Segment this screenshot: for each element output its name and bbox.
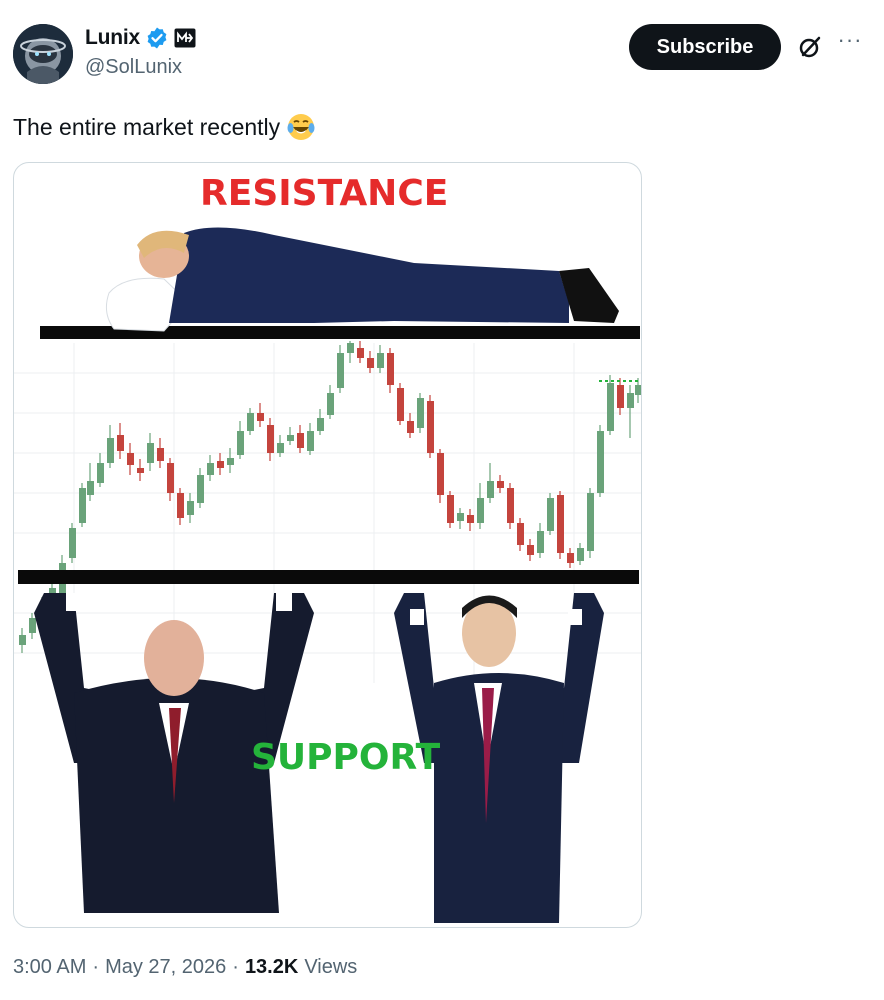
candle-body (527, 545, 534, 555)
tweet-date[interactable]: May 27, 2026 (105, 956, 226, 979)
tweet-media-image[interactable]: RESISTANCE SUPPORT (13, 162, 642, 928)
candle-body (177, 493, 184, 518)
candle-body (537, 531, 544, 553)
tweet-text-row: The entire market recently (13, 112, 316, 142)
support-line (18, 570, 639, 584)
name-row: Lunix (85, 26, 196, 50)
candle-body (547, 498, 554, 531)
candle-body (127, 453, 134, 465)
candle-body (227, 458, 234, 465)
candle-body (627, 393, 634, 408)
separator: · (92, 956, 100, 978)
candle-body (477, 498, 484, 523)
candle-body (107, 438, 114, 463)
candle-body (277, 443, 284, 453)
views-count: 13.2K (244, 956, 299, 978)
candle-body (337, 353, 344, 388)
candle-body (357, 348, 364, 358)
candle-body (467, 515, 474, 523)
resistance-label: RESISTANCE (200, 173, 448, 214)
candle-body (87, 481, 94, 495)
support-label: SUPPORT (251, 737, 441, 778)
candle-body (237, 431, 244, 455)
candle-body (317, 418, 324, 431)
candle-body (187, 501, 194, 515)
candle-body (617, 385, 624, 408)
meme-illustration: RESISTANCE SUPPORT (14, 173, 641, 923)
candle-body (387, 353, 394, 385)
candle-body (117, 435, 124, 451)
candle-body (427, 401, 434, 453)
candle-body (19, 635, 26, 645)
candle-body (97, 463, 104, 483)
candle-body (607, 383, 614, 431)
candlestick-chart (19, 341, 641, 653)
candle-body (437, 453, 444, 495)
candle-body (557, 495, 564, 553)
face-with-tears-of-joy-icon (287, 114, 315, 140)
subscribe-button[interactable]: Subscribe (629, 24, 781, 70)
candle-body (147, 443, 154, 463)
tweet-time[interactable]: 3:00 AM (13, 956, 86, 979)
candle-body (487, 481, 494, 498)
candle-body (597, 431, 604, 493)
candle-body (307, 431, 314, 451)
avatar[interactable] (13, 24, 73, 84)
astronaut-avatar-icon (13, 24, 73, 84)
candle-body (327, 393, 334, 415)
candle-body (247, 413, 254, 431)
candle-body (497, 481, 504, 488)
candle-body (167, 463, 174, 493)
candle-body (29, 618, 36, 633)
verified-badge-icon (147, 27, 167, 49)
candle-body (587, 493, 594, 551)
candle-body (287, 435, 294, 441)
candle-body (157, 448, 164, 461)
lying-man-figure (105, 227, 619, 332)
candle-body (517, 523, 524, 545)
candle-body (217, 461, 224, 468)
views-label: Views (304, 956, 358, 978)
candle-body (79, 488, 86, 523)
candle-body (69, 528, 76, 558)
candle-body (137, 468, 144, 473)
more-options-icon[interactable]: ··· (835, 29, 865, 56)
candle-body (635, 385, 641, 395)
candle-body (297, 433, 304, 448)
candle-body (447, 495, 454, 523)
tweet-header: Lunix @SolLunix Subscribe ··· (13, 22, 871, 86)
display-name[interactable]: Lunix (85, 26, 140, 50)
candle-body (267, 425, 274, 453)
slashed-circle-icon[interactable] (797, 34, 823, 60)
separator: · (232, 956, 239, 978)
candle-body (567, 553, 574, 563)
candle-body (457, 513, 464, 521)
candle-body (397, 388, 404, 421)
candle-body (347, 343, 354, 353)
candle-body (207, 463, 214, 475)
candle-body (367, 358, 374, 368)
tweet-meta: 3:00 AM · May 27, 2026 · 13.2K Views (13, 956, 357, 979)
candle-body (407, 421, 414, 433)
handle[interactable]: @SolLunix (85, 56, 182, 79)
candle-body (197, 475, 204, 503)
candle-body (257, 413, 264, 421)
tweet-text: The entire market recently (13, 113, 281, 140)
candle-body (377, 353, 384, 368)
candle-body (507, 488, 514, 523)
candle-body (417, 398, 424, 428)
candle-body (577, 548, 584, 561)
affiliate-badge-icon[interactable] (174, 28, 196, 48)
